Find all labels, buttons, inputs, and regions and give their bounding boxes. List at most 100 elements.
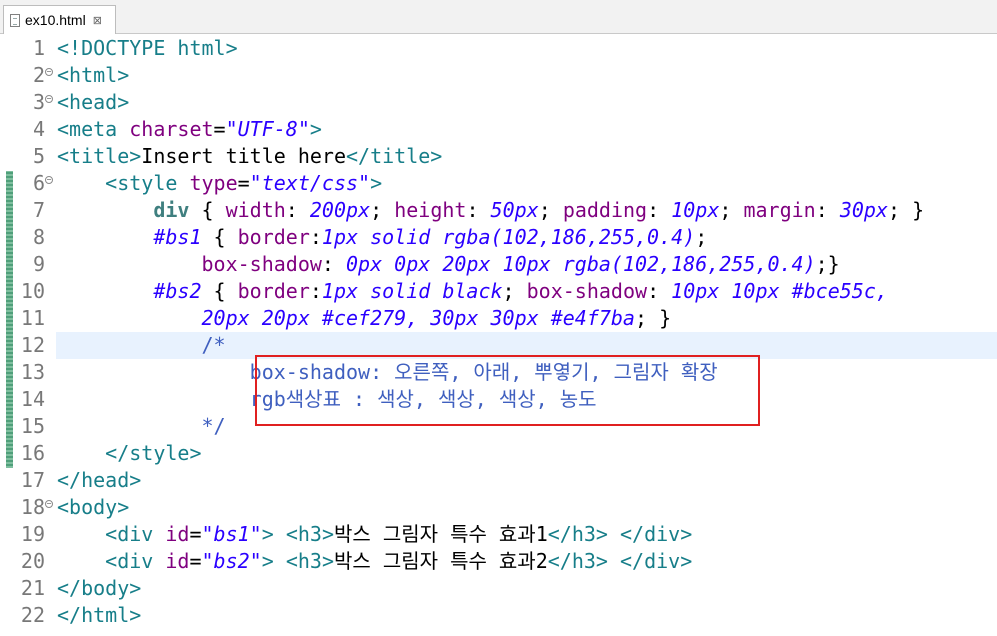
- code-text: <div id="bs2"> <h3>박스 그림자 특수 효과2</h3> </…: [57, 548, 692, 575]
- code-line[interactable]: 7 div { width: 200px; height: 50px; padd…: [0, 197, 997, 224]
- code-token: #bs2: [153, 279, 202, 303]
- code-text: <div id="bs1"> <h3>박스 그림자 특수 효과1</h3> </…: [57, 521, 692, 548]
- code-token: 1px solid black: [321, 279, 503, 303]
- code-token: > <h3>: [261, 522, 334, 546]
- line-number: 13: [20, 360, 45, 384]
- code-token: </html>: [57, 603, 142, 627]
- code-token: ; }: [887, 198, 925, 222]
- code-token: ;: [502, 279, 527, 303]
- code-token: border: [237, 225, 310, 249]
- code-line[interactable]: 19 <div id="bs1"> <h3>박스 그림자 특수 효과1</h3>…: [0, 521, 997, 548]
- line-number: 8: [32, 225, 45, 249]
- code-text: </body>: [57, 575, 141, 602]
- line-number: 5: [32, 144, 45, 168]
- code-token: ;}: [815, 252, 840, 276]
- code-token: "UTF-8": [225, 117, 310, 141]
- code-line[interactable]: 3− <head>: [0, 89, 997, 116]
- code-token: ;: [370, 198, 395, 222]
- close-tab-icon[interactable]: ⊠: [93, 14, 102, 27]
- line-number: 7: [32, 198, 45, 222]
- code-line[interactable]: 4 <meta charset="UTF-8">: [0, 116, 997, 143]
- code-line[interactable]: 8 #bs1 { border:1px solid rgba(102,186,2…: [0, 224, 997, 251]
- code-token: </h3> </div>: [547, 522, 693, 546]
- code-text: </style>: [57, 440, 201, 467]
- fold-toggle-icon[interactable]: −: [45, 95, 53, 103]
- code-token: {: [201, 225, 238, 249]
- code-token: :: [647, 198, 672, 222]
- code-line[interactable]: 21 </body>: [0, 575, 997, 602]
- fold-toggle-icon[interactable]: −: [45, 500, 53, 508]
- code-text: <html>: [57, 62, 129, 89]
- fold-toggle-icon[interactable]: −: [45, 176, 53, 184]
- code-token: "bs1": [201, 522, 262, 546]
- code-token: > <h3>: [261, 549, 334, 573]
- code-line[interactable]: 5 <title>Insert title here</title>: [0, 143, 997, 170]
- code-token: border: [237, 279, 310, 303]
- code-line[interactable]: 16 </style>: [0, 440, 997, 467]
- red-annotation-box: [255, 355, 760, 426]
- line-number: 1: [32, 36, 45, 60]
- code-token: :: [285, 198, 310, 222]
- code-token: >: [370, 171, 383, 195]
- code-line[interactable]: 10 #bs2 { border:1px solid black; box-sh…: [0, 278, 997, 305]
- code-token: </head>: [57, 468, 142, 492]
- code-token: <meta: [57, 117, 130, 141]
- code-text: #bs2 { border:1px solid black; box-shado…: [57, 278, 888, 305]
- code-editor[interactable]: 1 <!DOCTYPE html> 2− <html> 3− <head> 4 <meta c…: [0, 34, 997, 636]
- line-number: 14: [20, 387, 45, 411]
- code-text: */: [57, 413, 226, 440]
- code-line[interactable]: 9 box-shadow: 0px 0px 20px 10px rgba(102…: [0, 251, 997, 278]
- code-token: :: [321, 252, 347, 276]
- code-line[interactable]: 20 <div id="bs2"> <h3>박스 그림자 특수 효과2</h3>…: [0, 548, 997, 575]
- line-number: 2: [32, 63, 45, 87]
- code-token: "bs2": [201, 549, 262, 573]
- editor-tab-bar: ex10.html ⊠: [0, 0, 997, 34]
- fold-toggle-icon[interactable]: −: [45, 68, 53, 76]
- code-token: </h3> </div>: [547, 549, 693, 573]
- code-line[interactable]: 17 </head>: [0, 467, 997, 494]
- code-token: <head>: [57, 90, 130, 114]
- code-token: box-shadow: [526, 279, 648, 303]
- code-text: <body>: [57, 494, 129, 521]
- line-number: 16: [20, 441, 45, 465]
- code-token: ;: [695, 225, 708, 249]
- code-token: >: [309, 117, 322, 141]
- line-number: 18: [20, 495, 45, 519]
- line-number: 22: [20, 603, 45, 627]
- html-file-icon: [10, 13, 20, 27]
- code-token: 200px: [309, 198, 371, 222]
- tab-label: ex10.html: [25, 12, 86, 28]
- code-text: /*: [57, 332, 226, 359]
- code-token: <html>: [57, 63, 130, 87]
- code-token: */: [57, 414, 226, 438]
- code-line[interactable]: 1 <!DOCTYPE html>: [0, 35, 997, 62]
- line-number: 3: [32, 90, 45, 114]
- code-token: Insert title here: [141, 144, 346, 168]
- line-number: 12: [20, 333, 45, 357]
- code-token: /*: [57, 333, 226, 357]
- code-token: <title>: [57, 144, 142, 168]
- line-number: 21: [20, 576, 45, 600]
- code-token: 박스 그림자 특수 효과2: [333, 549, 548, 573]
- code-token: 30px: [839, 198, 888, 222]
- code-token: <div: [57, 522, 166, 546]
- line-number: 19: [20, 522, 45, 546]
- code-token: =: [189, 549, 202, 573]
- line-number: 4: [32, 117, 45, 141]
- code-token: "text/css": [249, 171, 371, 195]
- code-token: 10px: [671, 198, 720, 222]
- code-line[interactable]: 2− <html>: [0, 62, 997, 89]
- code-text: <head>: [57, 89, 129, 116]
- line-number: 6: [32, 171, 45, 195]
- code-line[interactable]: 18− <body>: [0, 494, 997, 521]
- code-line[interactable]: 22 </html>: [0, 602, 997, 629]
- code-line[interactable]: 11 20px 20px #cef279, 30px 30px #e4f7ba;…: [0, 305, 997, 332]
- code-token: :: [815, 198, 840, 222]
- code-text: </head>: [57, 467, 141, 494]
- tab-ex10-html[interactable]: ex10.html ⊠: [3, 5, 116, 34]
- code-token: charset: [129, 117, 214, 141]
- code-token: 1px solid rgba(102,186,255,0.4): [321, 225, 696, 249]
- line-number: 15: [20, 414, 45, 438]
- code-line[interactable]: 6− <style type="text/css">: [0, 170, 997, 197]
